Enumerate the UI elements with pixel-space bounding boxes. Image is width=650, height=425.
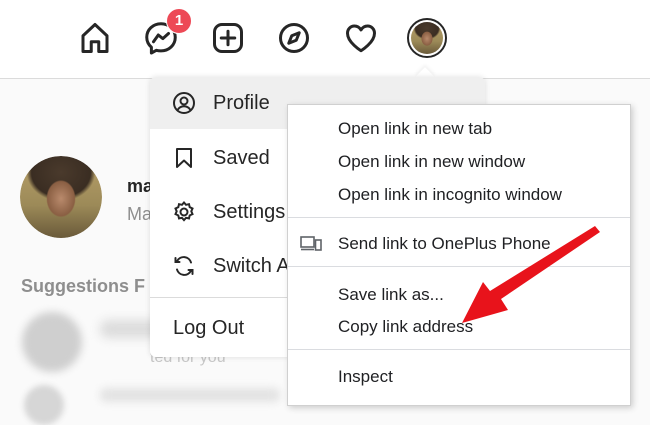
- home-icon[interactable]: [77, 20, 113, 56]
- user-avatar[interactable]: [20, 156, 102, 238]
- send-to-device-icon: [300, 236, 322, 251]
- menu-item-label: Settings: [213, 200, 286, 223]
- menu-item-label: Saved: [213, 146, 270, 169]
- activity-heart-icon[interactable]: [343, 20, 379, 56]
- ctx-copy-link-address[interactable]: Copy link address: [338, 317, 473, 337]
- ctx-open-new-window[interactable]: Open link in new window: [338, 152, 525, 172]
- suggested-user-avatar: [22, 312, 82, 372]
- avatar-photo: [20, 156, 102, 238]
- switch-account-icon: [174, 256, 194, 276]
- bookmark-icon: [176, 148, 192, 168]
- suggested-user-name-blurred: [100, 388, 280, 402]
- user-full-name: Ma: [127, 204, 153, 224]
- ctx-open-incognito[interactable]: Open link in incognito window: [338, 185, 562, 205]
- notification-badge: 1: [166, 8, 192, 34]
- explore-compass-icon[interactable]: [276, 20, 312, 56]
- menu-separator: [288, 217, 630, 218]
- avatar-photo: [411, 22, 443, 54]
- ctx-inspect[interactable]: Inspect: [338, 367, 393, 387]
- user-circle-icon: [173, 92, 195, 114]
- top-navigation-bar: 1: [0, 0, 650, 79]
- ctx-save-link-as[interactable]: Save link as...: [338, 285, 444, 305]
- menu-item-label: Profile: [213, 91, 270, 114]
- logout-button[interactable]: Log Out: [173, 317, 244, 340]
- suggestions-heading: Suggestions F: [21, 276, 146, 296]
- suggested-user-avatar: [24, 385, 64, 425]
- ctx-open-new-tab[interactable]: Open link in new tab: [338, 119, 492, 139]
- browser-context-menu: Open link in new tab Open link in new wi…: [287, 104, 631, 406]
- gear-icon: [174, 200, 194, 222]
- menu-separator: [288, 266, 630, 267]
- profile-avatar-button[interactable]: [407, 18, 447, 58]
- new-post-icon[interactable]: [210, 20, 246, 56]
- ctx-send-to-device[interactable]: Send link to OnePlus Phone: [338, 234, 551, 254]
- menu-separator: [288, 349, 630, 350]
- menu-item-label: Switch A: [213, 254, 290, 277]
